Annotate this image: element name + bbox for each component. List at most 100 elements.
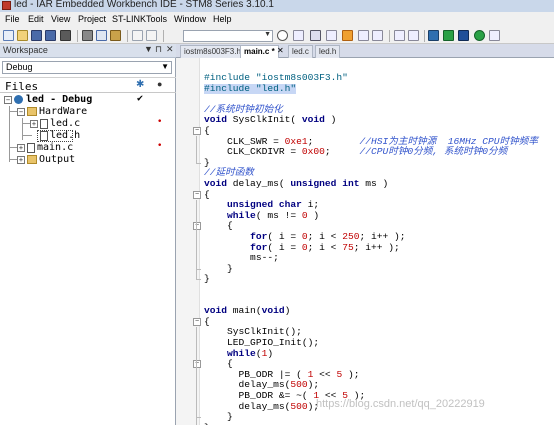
code-line[interactable]: ms--; — [204, 253, 279, 263]
code-line[interactable]: void SysClkInit( void ) — [204, 115, 336, 125]
chevron-down-icon[interactable]: ▼ — [161, 62, 169, 71]
code-line[interactable]: { — [204, 221, 233, 231]
tree-item-file-led-c[interactable]: + led.c • — [0, 117, 176, 130]
fold-toggle-icon[interactable]: − — [193, 317, 201, 326]
tree-item-folder-output[interactable]: + Output — [0, 154, 176, 166]
configuration-select[interactable]: Debug ▼ — [2, 61, 172, 74]
new-file-icon[interactable] — [3, 30, 14, 41]
tree-item-folder-hardware[interactable]: − HardWare — [0, 106, 176, 118]
pin-icon[interactable]: ⊓ — [155, 44, 162, 55]
code-line[interactable]: } — [204, 274, 210, 284]
chevron-down-icon[interactable]: ▼ — [144, 44, 153, 54]
code-line[interactable]: for( i = 0; i < 250; i++ ); — [204, 232, 405, 242]
close-tab-icon[interactable]: ✕ — [277, 46, 284, 55]
save-all-icon[interactable] — [45, 30, 56, 41]
menu-view[interactable]: View — [51, 14, 70, 24]
close-icon[interactable]: ✕ — [166, 44, 174, 55]
folder-icon — [27, 155, 37, 164]
code-line[interactable]: #include "iostm8s003F3.h" — [204, 73, 348, 83]
stop-build-icon[interactable] — [458, 30, 469, 41]
save-icon[interactable] — [31, 30, 42, 41]
nav-forward-icon[interactable] — [372, 30, 383, 41]
next-bookmark-icon[interactable] — [326, 30, 337, 41]
nav-back-icon[interactable] — [358, 30, 369, 41]
watermark: https://blog.csdn.net/qq_20222919 — [316, 398, 485, 410]
go-back-icon[interactable] — [293, 30, 304, 41]
tab-led-c[interactable]: led.c — [288, 45, 313, 58]
open-file-icon[interactable] — [17, 30, 28, 41]
expand-icon[interactable]: + — [30, 120, 38, 128]
redo-icon[interactable] — [146, 30, 157, 41]
expand-icon[interactable]: + — [17, 144, 25, 152]
fold-toggle-icon[interactable]: − — [193, 222, 201, 231]
fold-guide — [196, 326, 197, 425]
find-icon[interactable] — [277, 30, 288, 41]
code-line[interactable]: unsigned char i; — [204, 200, 319, 210]
toggle-bookmark-icon[interactable] — [310, 30, 321, 41]
code-editor[interactable]: #include "iostm8s003F3.h" #include "led.h… — [176, 58, 554, 425]
tab-main-c[interactable]: main.c * — [240, 45, 279, 58]
workspace-panel: Workspace ▼ ⊓ ✕ Debug ▼ Files ✱ ● − led … — [0, 44, 176, 425]
code-line[interactable]: while(1) — [204, 348, 273, 359]
fold-toggle-icon[interactable]: − — [193, 190, 201, 199]
code-line[interactable]: { — [204, 189, 210, 200]
code-line[interactable]: } — [204, 412, 233, 422]
toolbar-separator — [77, 30, 78, 42]
menu-st-link[interactable]: ST-LINK — [112, 14, 146, 24]
menu-project[interactable]: Project — [78, 14, 106, 24]
undo-icon[interactable] — [132, 30, 143, 41]
code-line[interactable]: { — [204, 316, 210, 327]
tree-item-project[interactable]: − led - Debug ✔ — [0, 93, 176, 106]
code-token: char — [278, 199, 302, 211]
code-line[interactable]: #include "led.h" — [204, 83, 297, 94]
download-icon[interactable] — [428, 30, 439, 41]
app-icon — [2, 1, 11, 10]
code-line[interactable]: PB_ODR |= ( 1 << 5 ); — [204, 369, 360, 380]
menu-window[interactable]: Window — [174, 14, 206, 24]
gear-icon[interactable]: ✱ — [136, 79, 144, 90]
menu-tools[interactable]: Tools — [146, 14, 167, 24]
compile-icon[interactable] — [394, 30, 405, 41]
copy-icon[interactable] — [96, 30, 107, 41]
debug-icon[interactable] — [474, 30, 485, 41]
code-line[interactable]: //系统时钟初始化 — [204, 104, 283, 115]
code-line[interactable]: } — [204, 263, 233, 274]
make-icon[interactable] — [408, 30, 419, 41]
code-token: while — [227, 209, 256, 221]
collapse-icon[interactable]: − — [17, 108, 25, 116]
print-icon[interactable] — [60, 30, 71, 41]
build-icon[interactable] — [443, 30, 454, 41]
code-line[interactable]: SysClkInit(); — [204, 327, 302, 337]
find-combo[interactable]: ▼ — [183, 30, 273, 42]
code-line[interactable]: delay_ms(500); — [204, 380, 320, 390]
code-line[interactable]: void main(void) — [204, 306, 290, 316]
menu-file[interactable]: File — [5, 14, 20, 24]
code-line[interactable]: LED_GPIO_Init(); — [204, 338, 319, 348]
code-token: #include "iostm8s003F3.h" — [204, 72, 348, 83]
tree-item-file-main-c[interactable]: + main.c • — [0, 141, 176, 154]
menu-edit[interactable]: Edit — [28, 14, 44, 24]
debug-no-download-icon[interactable] — [489, 30, 500, 41]
chevron-down-icon[interactable]: ▼ — [264, 31, 271, 38]
code-line[interactable]: while( ms != 0 ) — [204, 209, 319, 221]
code-line[interactable]: for( i = 0; i < 75; i++ ); — [204, 242, 400, 253]
cut-icon[interactable] — [82, 30, 93, 41]
tree-item-file-led-h[interactable]: led.h — [0, 130, 176, 142]
tab-led-h[interactable]: led.h — [315, 45, 341, 58]
code-line[interactable]: { — [204, 126, 210, 136]
breakpoint-icon[interactable] — [342, 30, 353, 41]
code-line[interactable]: CLK_CKDIVR = 0x00; //CPU时钟0分频, 系统时钟0分频 — [204, 147, 507, 157]
code-line[interactable]: delay_ms(500); — [204, 401, 320, 412]
code-line[interactable]: { — [204, 359, 233, 369]
code-line[interactable]: void delay_ms( unsigned int ms ) — [204, 179, 388, 189]
menu-help[interactable]: Help — [213, 14, 232, 24]
expand-icon[interactable]: + — [17, 156, 25, 164]
tab-iostm8s003f3-h[interactable]: iostm8s003F3.h — [180, 45, 245, 58]
fold-toggle-icon[interactable]: − — [193, 360, 201, 369]
paste-icon[interactable] — [110, 30, 121, 41]
fold-toggle-icon[interactable]: − — [193, 127, 201, 135]
collapse-icon[interactable]: − — [4, 96, 12, 104]
modified-marker: • — [157, 141, 163, 151]
code-line[interactable]: //延时函数 — [204, 168, 254, 178]
tree-item-label: led.c — [50, 118, 81, 129]
